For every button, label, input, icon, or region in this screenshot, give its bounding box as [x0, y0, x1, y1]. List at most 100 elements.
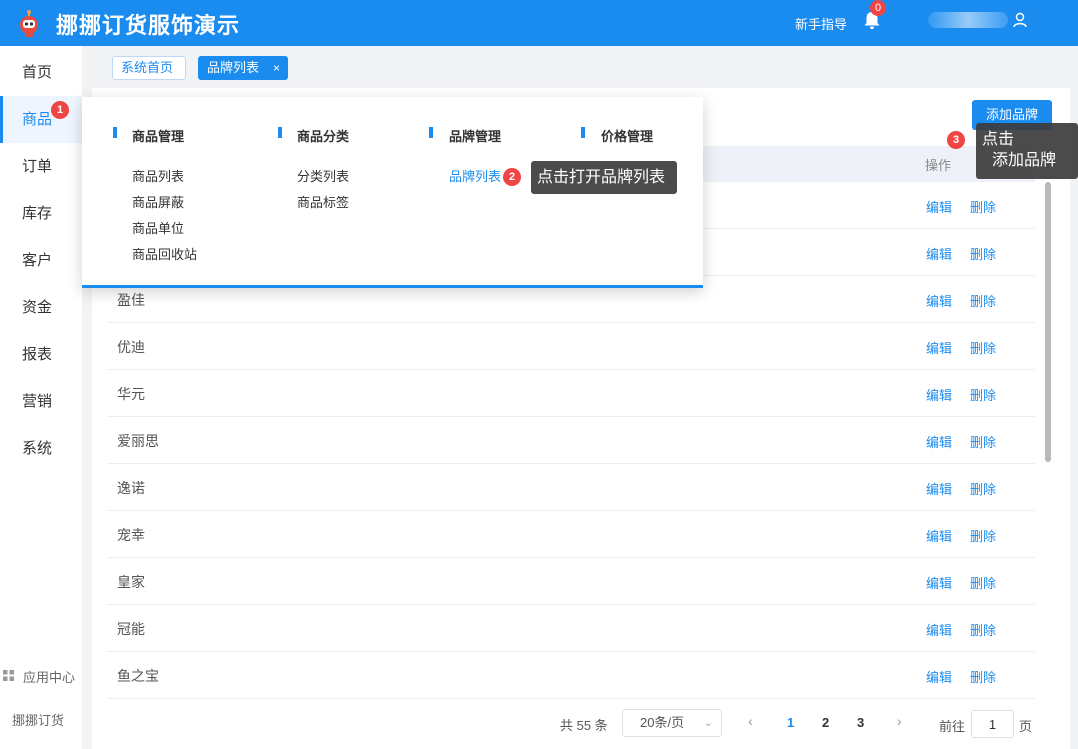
table-row: 优迪 编辑 删除	[107, 323, 1035, 370]
page-1[interactable]: 1	[787, 715, 794, 730]
delete-link[interactable]: 删除	[970, 244, 996, 263]
menu-link-goods-list[interactable]: 商品列表	[132, 166, 184, 185]
table-row: 爱丽思 编辑 删除	[107, 417, 1035, 464]
grid-icon	[3, 670, 14, 681]
page-3[interactable]: 3	[857, 715, 864, 730]
page-size-value: 20条/页	[640, 715, 685, 730]
close-icon[interactable]: ×	[273, 57, 280, 79]
notification-badge: 0	[870, 0, 886, 16]
menu-head-goods-category: 商品分类	[297, 129, 350, 144]
menu-head-goods-management: 商品管理	[132, 129, 185, 144]
next-page-button[interactable]: ›	[897, 713, 902, 729]
brand-name-cell: 华元	[117, 386, 145, 402]
table-row: 逸诺 编辑 删除	[107, 464, 1035, 511]
sidebar-item-inventory[interactable]: 库存	[0, 190, 82, 237]
app-center-label: 应用中心	[23, 670, 76, 685]
tooltip-line-2: 添加品牌	[992, 152, 1057, 169]
edit-link[interactable]: 编辑	[926, 667, 952, 686]
edit-link[interactable]: 编辑	[926, 479, 952, 498]
delete-link[interactable]: 删除	[970, 620, 996, 639]
brand-name-cell: 盈佳	[117, 292, 145, 308]
sidebar: 首页 商品 订单 库存 客户 资金 报表 营销 系统 应用中心 挪挪订货	[0, 46, 82, 749]
brand-name-cell: 逸诺	[117, 480, 145, 496]
table-row: 冠能 编辑 删除	[107, 605, 1035, 652]
table-row: 华元 编辑 删除	[107, 370, 1035, 417]
sidebar-item-goods[interactable]: 商品	[0, 96, 82, 143]
edit-link[interactable]: 编辑	[926, 244, 952, 263]
menu-link-category-list[interactable]: 分类列表	[297, 166, 349, 185]
page-2[interactable]: 2	[822, 715, 829, 730]
operations-column-header: 操作	[925, 158, 952, 173]
username-blurred	[928, 12, 1008, 28]
delete-link[interactable]: 删除	[970, 526, 996, 545]
sidebar-item-home[interactable]: 首页	[0, 49, 82, 96]
brand-name-cell: 鱼之宝	[117, 668, 159, 684]
tab-system-home[interactable]: 系统首页	[112, 56, 186, 80]
page-size-select[interactable]: 20条/页 ⌄	[622, 709, 722, 737]
edit-link[interactable]: 编辑	[926, 338, 952, 357]
edit-link[interactable]: 编辑	[926, 291, 952, 310]
edit-link[interactable]: 编辑	[926, 573, 952, 592]
delete-link[interactable]: 删除	[970, 385, 996, 404]
delete-link[interactable]: 删除	[970, 291, 996, 310]
edit-link[interactable]: 编辑	[926, 385, 952, 404]
sidebar-item-customers[interactable]: 客户	[0, 237, 82, 284]
menu-link-brand-list[interactable]: 品牌列表	[449, 166, 501, 185]
brand-name-cell: 冠能	[117, 621, 145, 637]
brand-footer: 挪挪订货	[12, 713, 65, 728]
delete-link[interactable]: 删除	[970, 197, 996, 216]
delete-link[interactable]: 删除	[970, 338, 996, 357]
prev-page-button[interactable]: ‹	[748, 713, 753, 729]
delete-link[interactable]: 删除	[970, 667, 996, 686]
app-title: 挪挪订货服饰演示	[56, 13, 241, 38]
delete-link[interactable]: 删除	[970, 479, 996, 498]
edit-link[interactable]: 编辑	[926, 197, 952, 216]
sidebar-item-funds[interactable]: 资金	[0, 284, 82, 331]
tooltip-line-1: 点击	[982, 131, 1015, 148]
sidebar-item-marketing[interactable]: 营销	[0, 378, 82, 425]
top-header: 挪挪订货服饰演示 新手指导 0	[0, 0, 1078, 46]
step-2-marker: 2	[503, 168, 521, 186]
tab-brand-list-label: 品牌列表	[207, 60, 260, 75]
brand-name-cell: 爱丽思	[117, 433, 159, 449]
edit-link[interactable]: 编辑	[926, 432, 952, 451]
beginner-guide-link[interactable]: 新手指导	[795, 14, 847, 33]
edit-link[interactable]: 编辑	[926, 620, 952, 639]
column-marker	[429, 127, 433, 138]
sidebar-item-system[interactable]: 系统	[0, 425, 82, 472]
column-marker	[278, 127, 282, 138]
tab-brand-list[interactable]: 品牌列表 ×	[198, 56, 288, 80]
step-3-marker: 3	[947, 131, 965, 149]
guide-tooltip-open-brand-list: 点击打开品牌列表	[531, 161, 677, 194]
edit-link[interactable]: 编辑	[926, 526, 952, 545]
column-marker	[113, 127, 117, 138]
menu-head-brand-management: 品牌管理	[449, 129, 502, 144]
menu-link-goods-block[interactable]: 商品屏蔽	[132, 192, 184, 211]
column-marker	[581, 127, 585, 138]
goto-unit: 页	[1019, 719, 1033, 734]
chevron-down-icon: ⌄	[703, 717, 713, 729]
menu-head-price-management: 价格管理	[601, 129, 654, 144]
table-row: 宠幸 编辑 删除	[107, 511, 1035, 558]
goto-page-input[interactable]	[971, 710, 1014, 738]
table-row: 鱼之宝 编辑 删除	[107, 652, 1035, 699]
app-center-link[interactable]: 应用中心	[0, 666, 82, 686]
brand-name-cell: 优迪	[117, 339, 145, 355]
menu-link-goods-unit[interactable]: 商品单位	[132, 218, 184, 237]
user-icon[interactable]	[1013, 12, 1027, 28]
menu-link-goods-recycle[interactable]: 商品回收站	[132, 244, 197, 263]
sidebar-item-reports[interactable]: 报表	[0, 331, 82, 378]
delete-link[interactable]: 删除	[970, 432, 996, 451]
goto-label: 前往	[939, 719, 966, 734]
robot-logo-icon	[20, 10, 38, 37]
delete-link[interactable]: 删除	[970, 573, 996, 592]
brand-name-cell: 皇家	[117, 574, 145, 590]
brand-name-cell: 宠幸	[117, 527, 145, 543]
total-count: 共 55 条	[560, 718, 608, 733]
sidebar-item-orders[interactable]: 订单	[0, 143, 82, 190]
table-row: 皇家 编辑 删除	[107, 558, 1035, 605]
guide-tooltip-add-brand: 点击 添加品牌	[976, 123, 1078, 179]
menu-link-goods-tags[interactable]: 商品标签	[297, 192, 349, 211]
step-1-marker: 1	[51, 101, 69, 119]
vertical-scrollbar[interactable]	[1045, 182, 1051, 462]
